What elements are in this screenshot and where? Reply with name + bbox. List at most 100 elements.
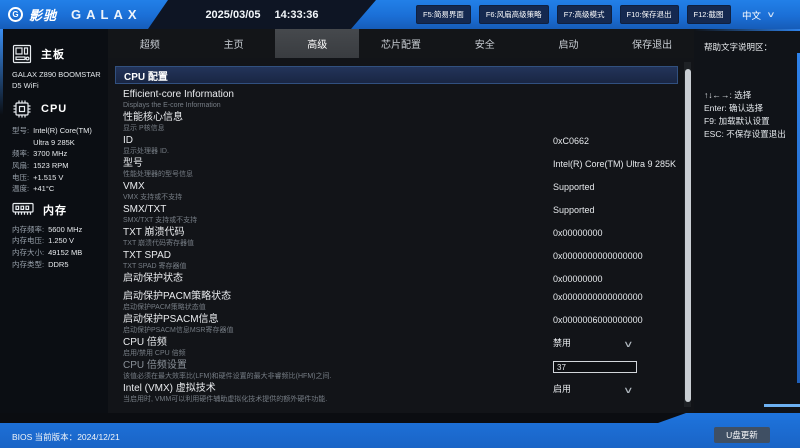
setting-row[interactable]: TXT 崩溃代码 TXT 崩溃代码寄存器值 0x00000000 — [115, 227, 678, 250]
setting-value-area: 0xC0662 — [553, 136, 685, 147]
info-key: 风扇: — [12, 160, 30, 170]
setting-description: 当启用时, VMM可以利用硬件辅助虚拟化技术提供的额外硬件功能. — [123, 396, 328, 403]
function-key-bar: F5:简易界面 F6:风扇高级策略 F7:高级模式 F10:保存退出 F12:截图 — [416, 5, 731, 24]
setting-row[interactable]: Intel (VMX) 虚拟技术 当启用时, VMM可以利用硬件辅助虚拟化技术提供… — [115, 383, 678, 406]
setting-value[interactable]: 禁用 — [553, 338, 685, 349]
brand-name-en: GALAX — [71, 7, 142, 22]
setting-description: 启用/禁用 CPU 倍频 — [123, 350, 186, 357]
fkey-button-f12[interactable]: F12:截图 — [686, 5, 731, 24]
setting-description: 该值必须在最大效率比(LFM)和硬件设置的最大非睿频比(HFM)之间. — [123, 373, 332, 380]
setting-description: 性能处理器的型号信息 — [123, 171, 193, 178]
setting-row[interactable]: VMX VMX 支持或不支持 Supported — [115, 181, 678, 204]
setting-row[interactable]: 型号 性能处理器的型号信息 Intel(R) Core(TM) Ultra 9 28… — [115, 158, 678, 181]
cpu-section-header: CPU — [12, 99, 102, 119]
info-key: 频率: — [12, 149, 30, 159]
setting-row[interactable]: CPU 倍频 启用/禁用 CPU 倍频 禁用 ∨ — [115, 337, 678, 360]
bottom-bar: BIOS 当前版本：2024/12/21 U盘更新 — [0, 413, 800, 448]
hardware-info-row: 型号: Intel(R) Core(TM) Ultra 9 285K — [12, 125, 102, 148]
info-value: DDR5 — [48, 259, 69, 269]
hardware-info-row: 内存频率: 5600 MHz — [12, 224, 102, 236]
setting-value-area: 禁用 — [553, 338, 685, 349]
setting-value[interactable]: 启用 — [553, 384, 685, 395]
setting-row[interactable]: 启动保护状态 0x00000000 — [115, 273, 678, 291]
galax-logo-icon: G — [8, 7, 23, 22]
setting-value-area: 0x00000000 — [553, 228, 685, 239]
corner-accent — [764, 404, 800, 407]
brand-logo: G 影驰 GALAX — [8, 0, 142, 29]
bios-screen: G 影驰 GALAX 2025/03/05 14:33:36 F5:简易界面 F6… — [0, 0, 800, 448]
setting-value-area: Supported — [553, 205, 685, 216]
setting-value: 0x00000000 — [553, 274, 603, 284]
setting-value-area: 0x00000000 — [553, 274, 685, 285]
scrollbar[interactable] — [684, 62, 691, 407]
bios-version-value: 2024/12/21 — [77, 432, 120, 442]
help-panel: 帮助文字说明区： ↑↓←→: 选择 Enter: 确认选择 F9: 加载默认设置 ES… — [694, 29, 800, 413]
setting-title: Efficient-core Information — [123, 89, 234, 100]
setting-description: TXT SPAD 寄存器值 — [123, 263, 187, 270]
tab-boot[interactable]: 启动 — [527, 29, 611, 58]
ram-icon — [12, 202, 34, 217]
usb-update-button[interactable]: U盘更新 — [714, 427, 770, 443]
setting-value-area: 0x0000006000000000 — [553, 315, 685, 326]
setting-row[interactable]: CPU 倍频设置 该值必须在最大效率比(LFM)和硬件设置的最大非睿频比(HFM)… — [115, 360, 678, 383]
tab-security[interactable]: 安全 — [443, 29, 527, 58]
fkey-button-f5[interactable]: F5:简易界面 — [416, 5, 471, 24]
motherboard-icon — [12, 44, 32, 64]
setting-description: VMX 支持或不支持 — [123, 194, 183, 201]
info-key: 内存大小: — [12, 248, 45, 257]
setting-row[interactable]: ID 显示处理器 ID. 0xC0662 — [115, 135, 678, 158]
setting-value: 0x0000000000000000 — [553, 292, 643, 302]
setting-value: Supported — [553, 205, 595, 215]
datetime-panel: 2025/03/05 14:33:36 — [148, 0, 376, 29]
memory-section-header: 内存 — [12, 202, 102, 218]
board-name: GALAX Z890 BOOMSTAR D5 WiFi — [12, 70, 101, 90]
setting-row[interactable]: SMX/TXT SMX/TXT 支持或不支持 Supported — [115, 204, 678, 227]
hardware-info-row: 温度: +41°C — [12, 183, 102, 195]
fkey-button-f7[interactable]: F7:高级模式 — [556, 5, 612, 24]
setting-value: Supported — [553, 182, 595, 192]
setting-description: TXT 崩溃代码寄存器值 — [123, 240, 195, 247]
help-key-hints: ↑↓←→: 选择 Enter: 确认选择 F9: 加载默认设置 ESC: 不保存设置退… — [704, 89, 794, 141]
help-hint-line: Enter: 确认选择 — [704, 103, 764, 113]
hardware-info-row: 内存大小: 49152 MB — [12, 247, 102, 259]
language-selector[interactable]: 中文 ∨ — [742, 0, 776, 29]
hardware-info-row: 电压: +1.515 V — [12, 172, 102, 184]
tab-overclock[interactable]: 超频 — [108, 29, 192, 58]
cpu-icon — [12, 99, 32, 119]
setting-row[interactable]: 性能核心信息 显示 P核信息 — [115, 112, 678, 135]
scrollbar-thumb[interactable] — [684, 69, 691, 402]
tab-chipset[interactable]: 芯片配置 — [359, 29, 443, 58]
memory-section-title: 内存 — [43, 204, 67, 217]
setting-description: 启动保护PACM策略状态值 — [123, 304, 206, 311]
tab-save-exit[interactable]: 保存退出 — [610, 29, 694, 58]
language-label: 中文 — [742, 10, 762, 22]
info-key: 型号: — [12, 126, 30, 135]
help-hint-line: ↑↓←→: 选择 — [704, 90, 752, 100]
info-key: 内存电压: — [12, 236, 45, 246]
setting-row[interactable]: 启动保护PSACM信息 启动保护PSACM信息MSR寄存器值 0x000000600… — [115, 314, 678, 337]
multiplier-input[interactable] — [553, 361, 637, 373]
bios-version: BIOS 当前版本：2024/12/21 — [12, 431, 120, 443]
info-key: 电压: — [12, 172, 30, 182]
setting-row[interactable]: TXT SPAD TXT SPAD 寄存器值 0x0000000000000000 — [115, 250, 678, 273]
help-hint-line: ESC: 不保存设置退出 — [704, 129, 786, 139]
tab-advanced[interactable]: 高级 — [275, 29, 360, 58]
info-key: 内存类型: — [12, 259, 45, 269]
tab-home[interactable]: 主页 — [192, 29, 276, 58]
board-section-header: 主板 — [12, 44, 102, 64]
setting-title: 性能核心信息 — [123, 112, 183, 123]
setting-value-area: 启用 — [553, 384, 685, 395]
hardware-info-row: 内存电压: 1.250 V — [12, 235, 102, 247]
date-label: 2025/03/05 — [205, 8, 261, 21]
setting-description: 启动保护PSACM信息MSR寄存器值 — [123, 327, 234, 334]
info-value: +1.515 V — [33, 172, 64, 182]
setting-value: 0x00000000 — [553, 228, 603, 238]
hardware-sidebar: 主板 GALAX Z890 BOOMSTAR D5 WiFi CPU 型号: In… — [0, 29, 108, 413]
dropdown-chevron-icon[interactable]: ∨ — [623, 385, 634, 396]
hardware-info-row: 频率: 3700 MHz — [12, 148, 102, 160]
setting-row[interactable]: 启动保护PACM策略状态 启动保护PACM策略状态值 0x0000000000000… — [115, 291, 678, 314]
setting-row[interactable]: Efficient-core Information Displays the E… — [115, 89, 678, 112]
fkey-button-f6[interactable]: F6:风扇高级策略 — [478, 5, 549, 24]
dropdown-chevron-icon[interactable]: ∨ — [623, 339, 634, 350]
fkey-button-f10[interactable]: F10:保存退出 — [619, 5, 679, 24]
